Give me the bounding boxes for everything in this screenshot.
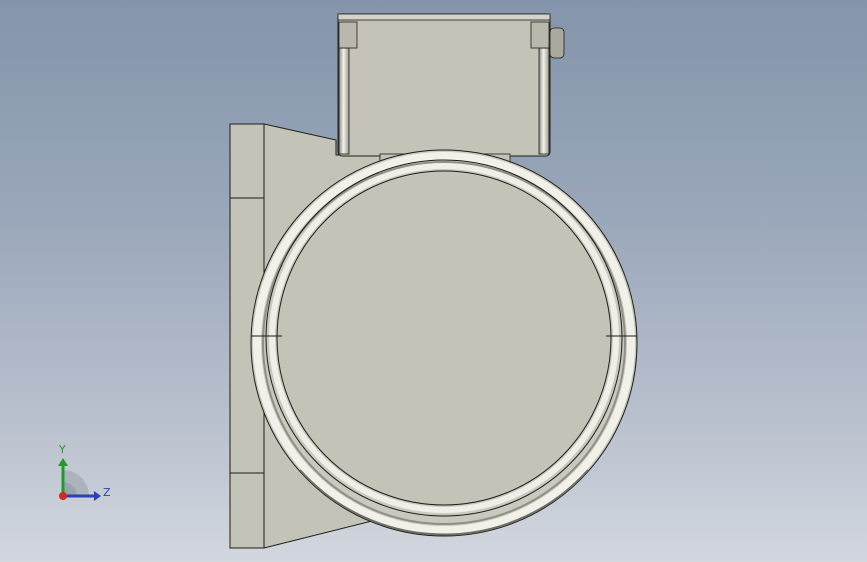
triad-y-label: Y	[59, 443, 66, 456]
graphics-viewport[interactable]: Y Z	[0, 0, 867, 562]
model-view[interactable]	[0, 0, 867, 562]
triad-z-label: Z	[103, 486, 111, 499]
terminal-box	[337, 13, 565, 167]
main-body	[250, 149, 638, 537]
